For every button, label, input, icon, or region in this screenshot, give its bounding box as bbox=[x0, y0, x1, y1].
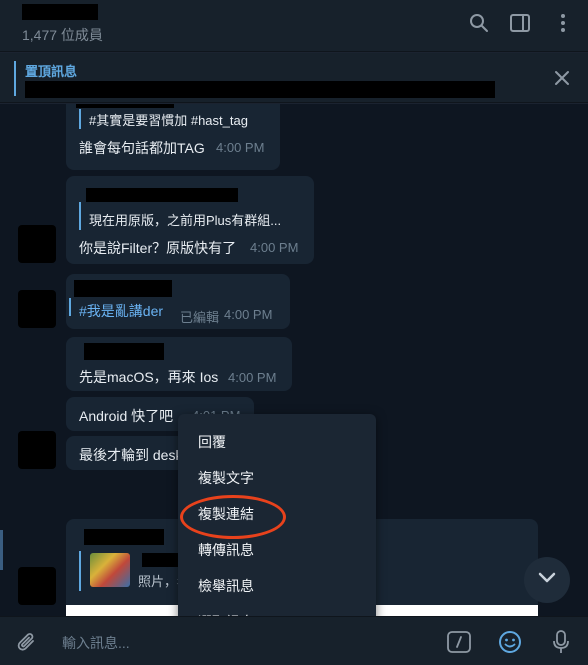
chat-header: 1,477 位成員 bbox=[0, 0, 588, 52]
reply-quote: #其實是要習慣加 #hast_tag bbox=[89, 113, 248, 128]
message-bubble[interactable]: 現在用原版，之前用Plus有群組... 你是說Filter？原版快有了 4:00… bbox=[66, 176, 314, 264]
sender-redacted bbox=[84, 529, 164, 545]
message-text: 最後才輪到 desk bbox=[79, 447, 183, 463]
annotation-highlight-ring bbox=[180, 495, 286, 539]
edited-label: 已編輯 bbox=[180, 310, 220, 325]
chat-title-redacted bbox=[22, 4, 98, 20]
chevron-down-icon bbox=[538, 571, 556, 589]
sender-redacted bbox=[76, 104, 174, 108]
avatar[interactable] bbox=[18, 290, 56, 328]
avatar[interactable] bbox=[18, 567, 56, 605]
member-count: 1,477 位成員 bbox=[22, 27, 103, 43]
message-time: 4:00 PM bbox=[250, 240, 299, 255]
message-time: 4:00 PM bbox=[216, 140, 265, 155]
message-text: 誰會每句話都加TAG bbox=[79, 140, 205, 156]
sidebar-toggle-icon[interactable] bbox=[507, 10, 533, 36]
attach-icon[interactable] bbox=[14, 629, 40, 655]
more-vertical-icon[interactable] bbox=[550, 10, 576, 36]
message-input[interactable]: 輸入訊息... bbox=[62, 633, 130, 653]
avatar[interactable] bbox=[18, 431, 56, 469]
menu-item-reply[interactable]: 回覆 bbox=[178, 424, 376, 460]
message-text: #我是亂講der bbox=[79, 303, 164, 319]
message-text: Android 快了吧 bbox=[79, 408, 174, 424]
message-input-bar: 輸入訊息... bbox=[0, 616, 588, 665]
pinned-accent-bar bbox=[14, 61, 16, 96]
message-text: 你是說Filter？原版快有了 bbox=[79, 240, 237, 256]
quote-bar bbox=[79, 202, 81, 230]
message-time: 4:00 PM bbox=[228, 370, 277, 385]
message-time: 4:00 PM bbox=[224, 307, 273, 322]
pinned-title: 置頂訊息 bbox=[25, 64, 78, 79]
selection-accent bbox=[0, 530, 3, 570]
emoji-icon[interactable] bbox=[497, 629, 523, 655]
close-icon[interactable] bbox=[552, 68, 572, 88]
commands-icon[interactable] bbox=[446, 629, 472, 655]
scroll-down-button[interactable] bbox=[524, 557, 570, 603]
reply-name-redacted bbox=[142, 553, 182, 567]
message-bubble[interactable]: #其實是要習慣加 #hast_tag 誰會每句話都加TAG 4:00 PM bbox=[66, 104, 280, 170]
sender-redacted bbox=[74, 280, 172, 297]
pinned-text-redacted bbox=[25, 81, 495, 98]
sender-redacted bbox=[86, 188, 238, 202]
message-text: 先是macOS，再來 Ios bbox=[79, 369, 219, 385]
avatar[interactable] bbox=[18, 225, 56, 263]
microphone-icon[interactable] bbox=[548, 629, 574, 655]
reply-quote: 現在用原版，之前用Plus有群組... bbox=[89, 213, 282, 228]
quote-bar bbox=[69, 298, 71, 316]
pinned-message-bar[interactable]: 置頂訊息 bbox=[0, 53, 588, 103]
quote-bar bbox=[79, 109, 81, 129]
menu-item-copy-text[interactable]: 複製文字 bbox=[178, 460, 376, 496]
menu-item-forward[interactable]: 轉傳訊息 bbox=[178, 532, 376, 568]
quote-bar bbox=[79, 551, 81, 591]
search-icon[interactable] bbox=[466, 10, 492, 36]
message-bubble[interactable]: #我是亂講der 已編輯 4:00 PM bbox=[66, 274, 290, 329]
sender-redacted bbox=[84, 343, 164, 360]
message-bubble[interactable]: 先是macOS，再來 Ios 4:00 PM bbox=[66, 337, 292, 391]
menu-item-report[interactable]: 檢舉訊息 bbox=[178, 568, 376, 604]
photo-thumbnail bbox=[90, 553, 130, 587]
